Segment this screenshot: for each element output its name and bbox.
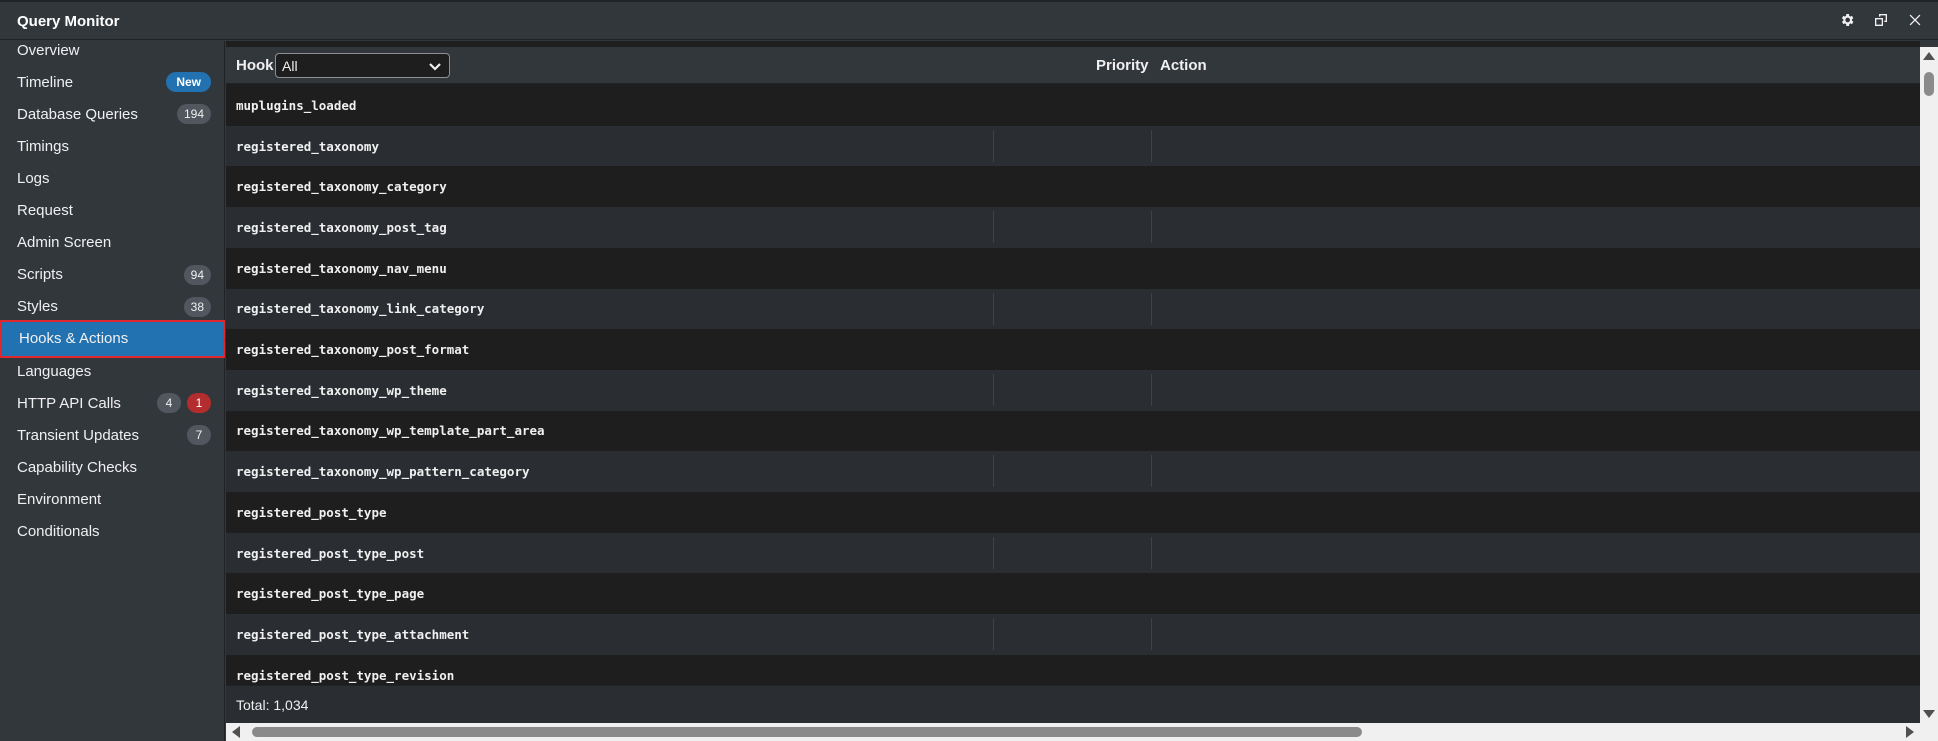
table-row: registered_taxonomy_category — [226, 166, 1920, 208]
column-divider — [993, 536, 994, 569]
horizontal-scrollbar[interactable] — [226, 723, 1920, 741]
hook-column-header: Hook — [236, 57, 274, 74]
hook-name-cell: registered_taxonomy_nav_menu — [236, 260, 447, 276]
sidebar-item-label: Environment — [17, 490, 102, 508]
hooks-panel: Hook All Priority Action muplugins_loade… — [226, 41, 1920, 723]
sidebar-item-label: Timeline — [17, 73, 74, 91]
hook-name-cell: registered_taxonomy_category — [236, 179, 447, 195]
hook-name-cell: registered_taxonomy_wp_theme — [236, 382, 447, 398]
column-divider — [993, 129, 994, 162]
column-divider — [993, 373, 994, 406]
table-row: registered_taxonomy_wp_template_part_are… — [226, 410, 1920, 452]
title-bar: Query Monitor — [0, 0, 1938, 40]
table-row: registered_post_type_page — [226, 573, 1920, 615]
hook-name-cell: registered_taxonomy — [236, 138, 379, 154]
scroll-up-arrow-icon[interactable] — [1923, 52, 1935, 60]
column-divider — [993, 292, 994, 325]
hook-filter-select[interactable]: All — [275, 53, 450, 78]
sidebar-item-label: Overview — [17, 41, 80, 59]
sidebar-item-label: Request — [17, 202, 73, 219]
total-count: Total: 1,034 — [236, 696, 309, 713]
table-row: registered_taxonomy — [226, 125, 1920, 167]
sidebar-item-badges: 7 — [187, 425, 211, 446]
sidebar-item-badges: 194 — [176, 104, 211, 125]
column-divider — [993, 455, 994, 488]
sidebar-item-badges: 38 — [183, 296, 211, 317]
table-row: registered_post_type_post — [226, 532, 1920, 574]
sidebar-item-label: Database Queries — [17, 105, 138, 123]
hook-name-cell: muplugins_loaded — [236, 97, 357, 113]
column-divider — [1151, 536, 1152, 569]
table-row: registered_taxonomy_wp_theme — [226, 369, 1920, 411]
table-row: registered_taxonomy_link_category — [226, 288, 1920, 330]
sidebar-item-badges: 94 — [183, 264, 211, 285]
sidebar-item-label: Capability Checks — [17, 458, 138, 476]
sidebar-item-label: Languages — [17, 362, 92, 380]
scrollbar-corner — [1920, 723, 1938, 741]
column-divider — [1151, 211, 1152, 244]
horizontal-scroll-thumb[interactable] — [252, 727, 1362, 737]
sidebar-item-label: Transient Updates — [17, 426, 140, 444]
query-monitor-window: Query Monitor Overview Timeline New Databas… — [0, 0, 1938, 741]
sidebar-item-label: HTTP API Calls — [17, 394, 121, 412]
pop-out-icon[interactable] — [1872, 11, 1890, 29]
gear-icon[interactable] — [1838, 11, 1856, 29]
sidebar-nav: Overview Timeline New Database Queries 194 Ti… — [0, 41, 235, 741]
sidebar-item-label: Scripts — [17, 266, 63, 284]
column-divider — [993, 211, 994, 244]
hook-name-cell: registered_taxonomy_post_format — [236, 342, 470, 358]
sidebar-item-label: Admin Screen — [17, 234, 112, 252]
table-row: muplugins_loaded — [226, 85, 1920, 126]
sidebar-item-badges: 41 — [157, 393, 211, 414]
hook-name-cell: registered_post_type — [236, 504, 387, 520]
scroll-down-arrow-icon[interactable] — [1923, 710, 1935, 718]
new-badge: New — [166, 72, 211, 93]
close-icon[interactable] — [1906, 11, 1924, 29]
table-row: registered_taxonomy_wp_pattern_category — [226, 451, 1920, 492]
sidebar-item-label: Conditionals — [17, 523, 100, 540]
table-row: registered_post_type — [226, 492, 1920, 533]
priority-column-header[interactable]: Priority — [1096, 47, 1149, 84]
count-badge: 4 — [157, 393, 181, 414]
table-row: registered_taxonomy_post_format — [226, 329, 1920, 370]
column-divider — [1151, 618, 1152, 651]
count-badge: 94 — [183, 264, 211, 285]
sidebar-item-label: Hooks & Actions — [19, 330, 129, 348]
sidebar-item-label: Logs — [17, 169, 50, 187]
error-count-badge: 1 — [187, 393, 211, 414]
sidebar-item-label: Timings — [17, 137, 69, 155]
sidebar-item-label: Styles — [17, 298, 58, 316]
count-badge: 38 — [183, 296, 211, 317]
scroll-left-arrow-icon[interactable] — [232, 726, 240, 738]
table-header: Hook All Priority Action — [226, 47, 1920, 84]
table-row: registered_taxonomy_post_tag — [226, 207, 1920, 248]
scroll-right-arrow-icon[interactable] — [1906, 726, 1914, 738]
chevron-down-icon — [428, 59, 442, 73]
count-badge: 194 — [176, 104, 211, 125]
hook-name-cell: registered_taxonomy_link_category — [236, 301, 485, 317]
table-row: registered_post_type_attachment — [226, 614, 1920, 655]
table-footer: Total: 1,034 — [226, 685, 1920, 723]
hook-name-cell: registered_post_type_attachment — [236, 626, 470, 642]
count-badge: 7 — [187, 425, 211, 446]
hook-name-cell: registered_post_type_page — [236, 586, 425, 602]
action-column-header: Action — [1160, 57, 1207, 74]
title-bar-controls — [1838, 11, 1924, 29]
column-divider — [993, 618, 994, 651]
table-row: registered_taxonomy_nav_menu — [226, 247, 1920, 289]
column-divider — [1151, 455, 1152, 488]
vertical-scrollbar[interactable] — [1920, 47, 1938, 723]
hook-name-cell: registered_post_type_post — [236, 545, 425, 561]
hook-name-cell: registered_taxonomy_wp_template_part_are… — [236, 423, 545, 439]
sidebar-item-badges: New — [166, 72, 211, 93]
hook-name-cell: registered_taxonomy_wp_pattern_category — [236, 464, 530, 480]
hook-filter-value: All — [282, 57, 298, 74]
column-divider — [1151, 129, 1152, 162]
sidebar-item-conditionals[interactable]: Conditionals — [0, 513, 225, 551]
window-title: Query Monitor — [17, 13, 120, 30]
column-divider — [1151, 292, 1152, 325]
column-divider — [1151, 373, 1152, 406]
vertical-scroll-thumb[interactable] — [1924, 72, 1934, 96]
hook-name-cell: registered_taxonomy_post_tag — [236, 219, 447, 235]
